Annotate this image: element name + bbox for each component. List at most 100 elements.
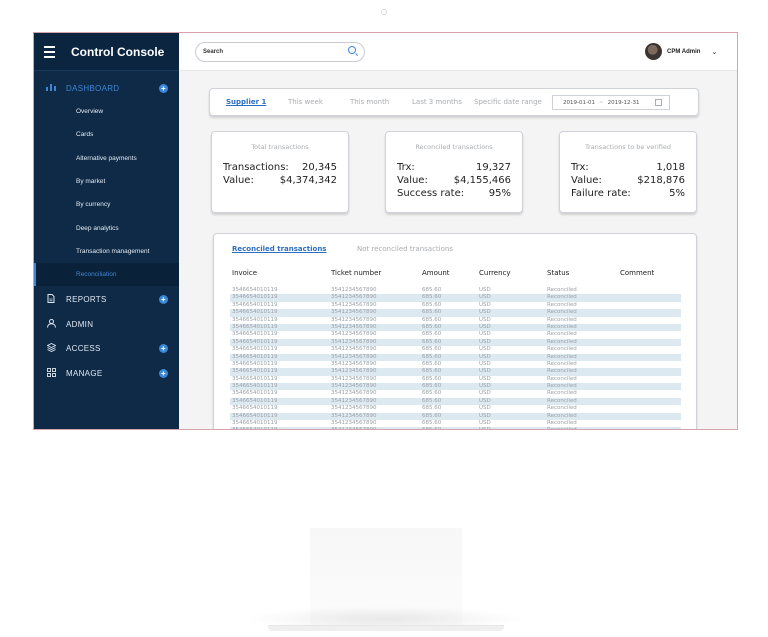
table-row[interactable]: 3546654010119 3541234567890 685.60 USD Recon… — [230, 405, 681, 412]
cell-invoice: 3546654010119 — [232, 301, 278, 308]
expand-plus-icon[interactable]: + — [159, 344, 168, 354]
date-separator: ~ — [598, 99, 604, 106]
cell-ticket-number: 3541234567890 — [331, 390, 377, 397]
expand-plus-icon[interactable]: + — [159, 295, 168, 305]
table-row[interactable]: 3546654010119 3541234567890 685.60 USD Recon… — [230, 368, 681, 376]
tab-supplier-1[interactable]: Supplier 1 — [226, 98, 266, 106]
cell-amount: 685.60 — [422, 353, 442, 360]
table-row[interactable]: 3546654010119 3541234567890 685.60 USD Recon… — [230, 397, 681, 406]
table-row[interactable]: 3546654010119 3541234567890 685.60 USD Recon… — [230, 376, 681, 383]
tab-this-week[interactable]: This week — [288, 98, 323, 106]
cell-currency: USD — [479, 353, 491, 360]
sidebar-subitem-reconciliation[interactable]: Reconciliation — [34, 263, 179, 287]
expand-plus-icon[interactable]: + — [159, 368, 168, 378]
sidebar-item-reports[interactable]: REPORTS + — [34, 287, 179, 312]
table-row[interactable]: 3546654010119 3541234567890 685.60 USD Recon… — [230, 390, 681, 397]
tab-reconciled-transactions[interactable]: Reconciled transactions — [232, 245, 326, 253]
table-row[interactable]: 3546654010119 3541234567890 685.60 USD Recon… — [230, 361, 681, 368]
table-row[interactable]: 3546654010119 3541234567890 685.60 USD Recon… — [230, 420, 681, 427]
column-header-currency[interactable]: Currency — [479, 269, 511, 277]
sidebar-subitem-deep-analytics[interactable]: Deep analytics — [34, 216, 179, 239]
table-row[interactable]: 3546654010119 3541234567890 685.60 USD Recon… — [230, 353, 681, 361]
cell-currency: USD — [479, 427, 491, 429]
cell-invoice: 3546654010119 — [232, 390, 278, 397]
sidebar-item-label: REPORTS — [66, 295, 107, 305]
user-menu[interactable]: CPM Admin ⌄ — [645, 43, 717, 60]
chevron-down-icon[interactable]: ⌄ — [711, 48, 717, 56]
cell-invoice: 3546654010119 — [232, 323, 278, 330]
sidebar-subitem-by-market[interactable]: By market — [34, 170, 179, 193]
search-icon[interactable] — [348, 46, 356, 54]
table-row[interactable]: 3546654010119 3541234567890 685.60 USD Recon… — [230, 294, 681, 302]
sidebar-item-manage[interactable]: MANAGE + — [34, 361, 179, 386]
table-row[interactable]: 3546654010119 3541234567890 685.60 USD Recon… — [230, 427, 681, 429]
tab-not-reconciled-transactions[interactable]: Not reconciled transactions — [357, 245, 453, 253]
cell-invoice: 3546654010119 — [232, 397, 278, 404]
column-header-invoice[interactable]: Invoice — [232, 269, 257, 277]
tab-specific-date-range[interactable]: Specific date range — [474, 98, 542, 106]
table-row[interactable]: 3546654010119 3541234567890 685.60 USD Recon… — [230, 346, 681, 353]
table-row[interactable]: 3546654010119 3541234567890 685.60 USD Recon… — [230, 331, 681, 338]
card-label: Value: — [397, 175, 428, 186]
sidebar-item-label: ADMIN — [66, 319, 94, 329]
sidebar-subitem-overview[interactable]: Overview — [34, 100, 179, 123]
column-header-comment[interactable]: Comment — [620, 269, 654, 277]
table-row[interactable]: 3546654010119 3541234567890 685.60 USD Recon… — [230, 323, 681, 332]
cell-invoice: 3546654010119 — [232, 338, 278, 345]
cell-invoice: 3546654010119 — [232, 368, 278, 375]
card-value: $4,374,342 — [279, 175, 337, 186]
sidebar-item-label: ACCESS — [66, 344, 101, 354]
sidebar-subitem-transaction-management[interactable]: Transaction management — [34, 240, 179, 263]
table-row[interactable]: 3546654010119 3541234567890 685.60 USD Recon… — [230, 317, 681, 324]
tab-this-month[interactable]: This month — [350, 98, 389, 106]
card-value: 20,345 — [302, 162, 337, 173]
tab-last-3-months[interactable]: Last 3 months — [412, 98, 462, 106]
table-row[interactable]: 3546654010119 3541234567890 685.60 USD Recon… — [230, 309, 681, 317]
cell-invoice: 3546654010119 — [232, 383, 278, 390]
sidebar-subitem-cards[interactable]: Cards — [34, 123, 179, 146]
cell-ticket-number: 3541234567890 — [331, 397, 377, 404]
sidebar-subitem-by-currency[interactable]: By currency — [34, 193, 179, 216]
app-title: Control Console — [71, 44, 165, 59]
sidebar: Control Console DASHBOARD + Overview Car… — [34, 33, 179, 429]
table-row[interactable]: 3546654010119 3541234567890 685.60 USD Recon… — [230, 383, 681, 391]
cell-amount: 685.60 — [422, 390, 442, 397]
card-transactions-to-verify: Transactions to be verified Trx: 1,018 V… — [559, 131, 697, 213]
cell-amount: 685.60 — [422, 331, 442, 338]
cell-ticket-number: 3541234567890 — [331, 420, 377, 427]
cell-status: Reconciled — [547, 405, 577, 412]
brand-bar: Control Console — [34, 33, 179, 71]
cell-amount: 685.60 — [422, 287, 442, 293]
app-screen: Control Console DASHBOARD + Overview Car… — [33, 32, 738, 430]
table-row[interactable]: 3546654010119 3541234567890 685.60 USD Recon… — [230, 338, 681, 347]
card-row-value: Value: $218,876 — [571, 175, 685, 186]
table-row[interactable]: 3546654010119 3541234567890 685.60 USD Recon… — [230, 302, 681, 309]
column-header-ticket-number[interactable]: Ticket number — [331, 269, 381, 277]
sidebar-item-admin[interactable]: ADMIN — [34, 312, 179, 337]
sidebar-item-dashboard[interactable]: DASHBOARD + — [34, 76, 179, 100]
card-row-transactions: Transactions: 20,345 — [223, 162, 337, 173]
column-header-amount[interactable]: Amount — [422, 269, 450, 277]
expand-plus-icon[interactable]: + — [159, 83, 168, 93]
avatar[interactable] — [645, 43, 662, 60]
search-input[interactable]: Search — [195, 42, 365, 62]
table-row[interactable]: 3546654010119 3541234567890 685.60 USD Recon… — [230, 412, 681, 421]
sidebar-subitem-alternative-payments[interactable]: Alternative payments — [34, 147, 179, 170]
cell-amount: 685.60 — [422, 316, 442, 323]
card-label: Value: — [571, 175, 602, 186]
cell-amount: 685.60 — [422, 412, 442, 419]
cell-ticket-number: 3541234567890 — [331, 323, 377, 330]
cell-ticket-number: 3541234567890 — [331, 346, 377, 353]
cell-status: Reconciled — [547, 368, 577, 375]
table-row[interactable]: 3546654010119 3541234567890 685.60 USD Recon… — [230, 287, 681, 294]
calendar-icon[interactable] — [655, 99, 662, 106]
cell-invoice: 3546654010119 — [232, 375, 278, 382]
sidebar-item-access[interactable]: ACCESS + — [34, 336, 179, 361]
column-header-status[interactable]: Status — [547, 269, 569, 277]
date-range-picker[interactable]: 2019-01-01 ~ 2019-12-31 — [552, 95, 670, 110]
cell-amount: 685.60 — [422, 346, 442, 353]
cell-status: Reconciled — [547, 323, 577, 330]
sidebar-item-label: DASHBOARD — [66, 83, 120, 93]
monitor-base — [268, 625, 504, 631]
hamburger-icon[interactable] — [44, 45, 55, 58]
